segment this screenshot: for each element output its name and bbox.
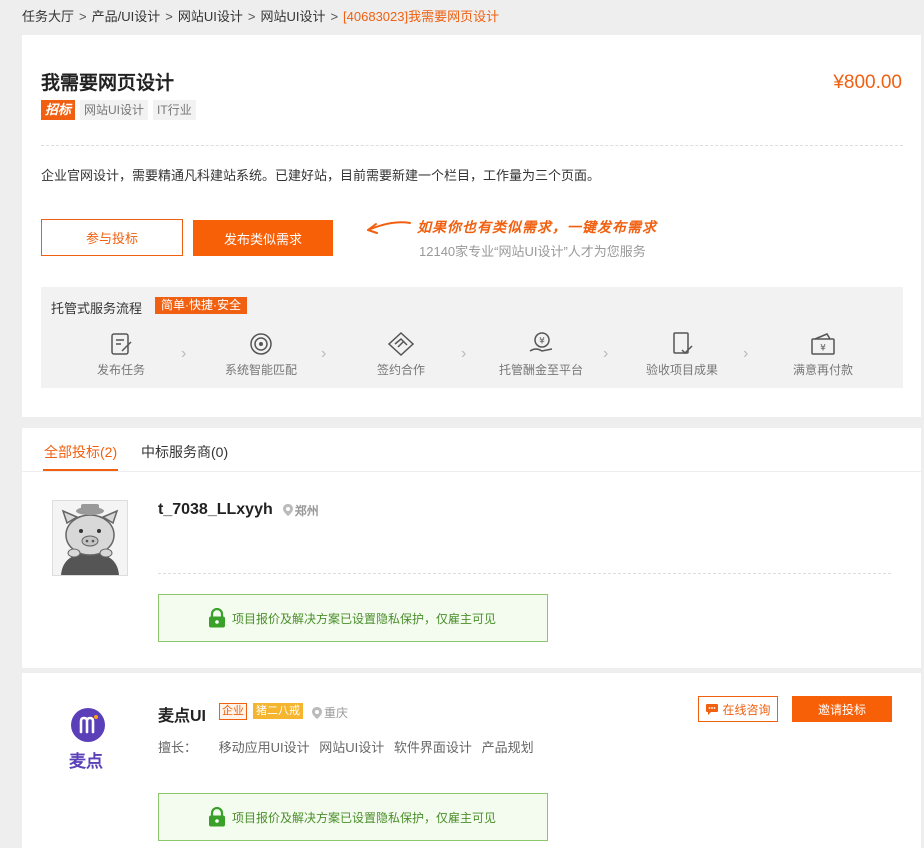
promo-headline: 如果你也有类似需求，一键发布需求 [417, 219, 657, 235]
check-doc-icon [673, 332, 693, 355]
edit-doc-icon [111, 333, 132, 355]
flow-step-sign: 签约合作 [346, 331, 456, 378]
skill-tag: 软件界面设计 [393, 740, 472, 755]
svg-text:¥: ¥ [820, 344, 826, 354]
provider-location: 重庆 [312, 704, 348, 721]
maidian-logo-icon [71, 708, 105, 742]
flow-step-label: 满意再付款 [792, 363, 853, 377]
divider [158, 573, 891, 574]
flow-title: 托管式服务流程 [51, 301, 143, 316]
wallet-icon: ¥ [811, 333, 835, 355]
divider [41, 145, 903, 146]
svg-text:¥: ¥ [539, 337, 545, 347]
bid-tabs: 全部投标(2) 中标服务商(0) [22, 428, 921, 472]
breadcrumb: 任务大厅 > 产品/UI设计 > 网站UI设计 > 网站UI设计 > [40683023]我需要… [22, 6, 499, 25]
breadcrumb-separator: > [330, 9, 339, 24]
tab-active-indicator [43, 469, 118, 471]
location-text: 重庆 [324, 706, 349, 720]
flow-step-label: 验收项目成果 [645, 363, 718, 377]
level-badge: 猪二八戒 [253, 703, 303, 719]
flow-step-match: 系统智能匹配 [206, 331, 316, 378]
breadcrumb-link-hall[interactable]: 任务大厅 [22, 9, 74, 24]
privacy-text: 项目报价及解决方案已设置隐私保护，仅雇主可见 [232, 810, 497, 825]
service-flow: 托管式服务流程 简单·快捷·安全 发布任务 › 系统智能匹配 › 签约合作 › … [41, 287, 903, 388]
privacy-text: 项目报价及解决方案已设置隐私保护，仅雇主可见 [232, 611, 497, 626]
breadcrumb-separator: > [247, 9, 256, 24]
lock-icon [209, 608, 225, 628]
flow-step-pay: ¥ 满意再付款 [768, 331, 878, 378]
consult-label: 在线咨询 [722, 702, 771, 717]
online-consult-button[interactable]: 在线咨询 [698, 696, 778, 722]
arrow-left-icon [367, 221, 411, 234]
yen-hand-icon: ¥ [529, 332, 553, 352]
skills-label: 擅长： [158, 740, 198, 755]
flow-step-label: 发布任务 [96, 363, 145, 377]
provider-name[interactable]: 麦点UI [158, 702, 206, 726]
flow-step-publish: 发布任务 [66, 331, 176, 378]
flow-badge: 简单·快捷·安全 [155, 297, 247, 314]
task-tags: 招标 网站UI设计 IT行业 [41, 100, 196, 120]
task-card: 我需要网页设计 ¥800.00 招标 网站UI设计 IT行业 企业官网设计，需要… [22, 35, 921, 417]
chat-bubble-icon [706, 703, 719, 715]
breadcrumb-link-web-ui-2[interactable]: 网站UI设计 [260, 9, 325, 24]
breadcrumb-link-web-ui[interactable]: 网站UI设计 [178, 9, 243, 24]
breadcrumb-separator: > [165, 9, 173, 24]
chevron-right-icon: › [461, 345, 467, 362]
bid-button[interactable]: 参与投标 [41, 219, 183, 256]
skill-tag: 产品规划 [481, 740, 534, 755]
task-price: ¥800.00 [833, 72, 902, 93]
handshake-icon [387, 331, 415, 357]
chevron-right-icon: › [603, 345, 609, 362]
task-description: 企业官网设计，需要精通凡科建站系统。已建好站，目前需要新建一个栏目，工作量为三个… [41, 168, 601, 183]
category-tag[interactable]: 网站UI设计 [80, 100, 149, 120]
enterprise-badge: 企业 [219, 703, 247, 720]
publish-similar-button[interactable]: 发布类似需求 [193, 220, 333, 256]
provider-logo-text: 麦点 [69, 752, 103, 771]
lock-icon [209, 807, 225, 827]
bids-card: 全部投标(2) 中标服务商(0) t_7038_LLxyyh 郑州 项目报价及解… [22, 428, 921, 668]
chevron-right-icon: › [321, 345, 327, 362]
privacy-notice: 项目报价及解决方案已设置隐私保护，仅雇主可见 [158, 793, 548, 841]
chevron-right-icon: › [181, 345, 187, 362]
provider-skills: 擅长： 移动应用UI设计 网站UI设计 软件界面设计 产品规划 [158, 737, 540, 756]
chevron-right-icon: › [743, 345, 749, 362]
breadcrumb-link-ui[interactable]: 产品/UI设计 [92, 9, 161, 24]
tab-winning-providers[interactable]: 中标服务商(0) [141, 442, 228, 462]
mode-tag: 招标 [41, 100, 76, 120]
flow-step-accept: 验收项目成果 [627, 331, 737, 378]
provider-card: 麦点 麦点UI 企业 猪二八戒 重庆 在线咨询 邀请投标 擅长： 移动应用UI设… [22, 673, 921, 848]
provider-logo[interactable] [70, 707, 110, 747]
industry-tag[interactable]: IT行业 [153, 100, 196, 120]
bidder-name[interactable]: t_7038_LLxyyh [158, 501, 273, 519]
breadcrumb-current: [40683023]我需要网页设计 [343, 9, 500, 24]
target-icon [250, 333, 272, 355]
flow-step-label: 托管酬金至平台 [498, 363, 583, 377]
bidder-row: t_7038_LLxyyh 郑州 [158, 501, 319, 519]
location-text: 郑州 [294, 503, 319, 518]
bidder-location: 郑州 [282, 502, 319, 519]
privacy-notice: 项目报价及解决方案已设置隐私保护，仅雇主可见 [158, 594, 548, 642]
location-pin-icon [282, 504, 293, 516]
location-pin-icon [312, 706, 322, 719]
pig-avatar-icon [53, 501, 127, 575]
avatar[interactable] [52, 500, 128, 576]
flow-step-escrow: ¥ 托管酬金至平台 [486, 331, 596, 378]
promo-subtext: 12140家专业“网站UI设计”人才为您服务 [419, 244, 646, 259]
skill-tag: 移动应用UI设计 [218, 740, 310, 755]
breadcrumb-separator: > [79, 9, 87, 24]
invite-bid-button[interactable]: 邀请投标 [792, 696, 892, 722]
flow-step-label: 签约合作 [376, 363, 425, 377]
flow-step-label: 系统智能匹配 [224, 363, 297, 377]
skill-tag: 网站UI设计 [319, 740, 385, 755]
task-title: 我需要网页设计 [41, 73, 175, 94]
tab-all-bids[interactable]: 全部投标(2) [44, 442, 117, 462]
